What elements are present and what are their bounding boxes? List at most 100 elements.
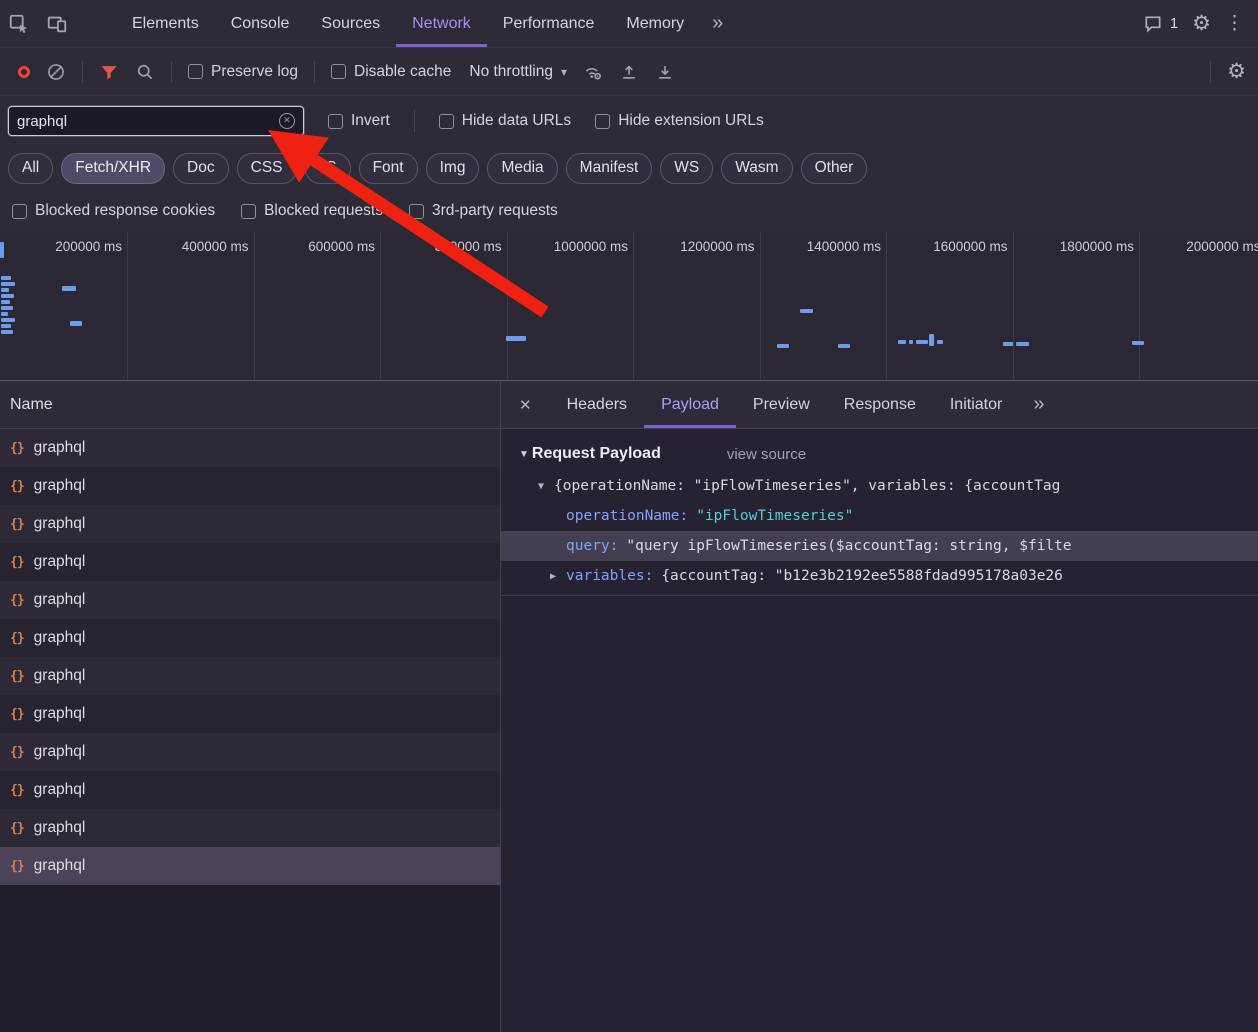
- network-overview-waterfall[interactable]: 200000 ms400000 ms600000 ms800000 ms1000…: [0, 232, 1258, 381]
- third-party-requests-checkbox[interactable]: 3rd-party requests: [409, 202, 558, 220]
- tabbar-right-controls: 1 ⚙ ⋮: [1143, 0, 1258, 47]
- filter-input-box: ✕: [8, 106, 304, 136]
- request-timing-bar: [1003, 342, 1013, 346]
- close-details-icon[interactable]: ✕: [501, 396, 550, 414]
- export-har-icon[interactable]: [655, 62, 675, 82]
- json-braces-icon: {}: [10, 517, 24, 532]
- clear-filter-icon[interactable]: ✕: [279, 113, 295, 129]
- request-details-panel: ✕ HeadersPayloadPreviewResponseInitiator…: [501, 381, 1258, 1032]
- payload-entry[interactable]: ▶variables:{accountTag: "b12e3b2192ee558…: [501, 561, 1258, 591]
- request-name: graphql: [34, 591, 86, 609]
- checkbox-box: [241, 204, 256, 219]
- request-timing-bar: [1132, 341, 1144, 345]
- type-filter-doc[interactable]: Doc: [173, 153, 229, 184]
- payload-entry[interactable]: query:"query ipFlowTimeseries($accountTa…: [501, 531, 1258, 561]
- request-row[interactable]: {}graphql: [0, 543, 500, 581]
- invert-checkbox[interactable]: Invert: [328, 112, 390, 130]
- device-toolbar-icon[interactable]: [38, 0, 76, 47]
- request-row[interactable]: {}graphql: [0, 581, 500, 619]
- request-name: graphql: [34, 629, 86, 647]
- request-row[interactable]: {}graphql: [0, 695, 500, 733]
- request-payload-title[interactable]: ▼ Request Payload: [519, 445, 661, 463]
- request-name: graphql: [34, 439, 86, 457]
- request-row[interactable]: {}graphql: [0, 619, 500, 657]
- inspect-element-icon[interactable]: [0, 0, 38, 47]
- request-timing-bar: [909, 340, 913, 344]
- name-column-header[interactable]: Name: [0, 381, 500, 429]
- request-row[interactable]: {}graphql: [0, 809, 500, 847]
- detail-tab-preview[interactable]: Preview: [736, 381, 827, 428]
- request-row[interactable]: {}graphql: [0, 467, 500, 505]
- type-filter-font[interactable]: Font: [359, 153, 418, 184]
- tab-network[interactable]: Network: [396, 0, 487, 47]
- waterfall-time-label: 1800000 ms: [1034, 239, 1134, 254]
- payload-entry[interactable]: operationName:"ipFlowTimeseries": [501, 501, 1258, 531]
- json-braces-icon: {}: [10, 821, 24, 836]
- request-timing-bar: [800, 309, 813, 313]
- view-source-link[interactable]: view source: [727, 446, 806, 463]
- request-row[interactable]: {}graphql: [0, 505, 500, 543]
- request-name: graphql: [34, 743, 86, 761]
- hide-data-urls-checkbox[interactable]: Hide data URLs: [439, 112, 571, 130]
- request-row[interactable]: {}graphql: [0, 847, 500, 885]
- type-filter-media[interactable]: Media: [487, 153, 557, 184]
- detail-tab-response[interactable]: Response: [827, 381, 933, 428]
- request-row[interactable]: {}graphql: [0, 771, 500, 809]
- payload-value: {accountTag: "b12e3b2192ee5588fdad995178…: [661, 568, 1063, 584]
- request-timing-bar: [929, 334, 934, 346]
- type-filter-ws[interactable]: WS: [660, 153, 713, 184]
- type-filter-all[interactable]: All: [8, 153, 53, 184]
- tab-performance[interactable]: Performance: [487, 0, 611, 47]
- filter-funnel-icon[interactable]: [99, 62, 119, 82]
- type-filter-manifest[interactable]: Manifest: [566, 153, 653, 184]
- throttling-dropdown[interactable]: No throttling ▾: [469, 63, 567, 81]
- request-row[interactable]: {}graphql: [0, 657, 500, 695]
- request-timing-bar: [898, 340, 906, 344]
- type-filter-img[interactable]: Img: [426, 153, 480, 184]
- record-network-log-button[interactable]: [18, 66, 30, 78]
- network-toolbar: Preserve log Disable cache No throttling…: [0, 48, 1258, 96]
- detail-tab-headers[interactable]: Headers: [550, 381, 644, 428]
- type-filter-other[interactable]: Other: [801, 153, 868, 184]
- more-detail-tabs-icon[interactable]: »: [1033, 393, 1044, 416]
- checkbox-label: Invert: [351, 112, 390, 130]
- checkbox-box: [188, 64, 203, 79]
- tab-memory[interactable]: Memory: [610, 0, 700, 47]
- more-panels-icon[interactable]: »: [700, 0, 735, 47]
- blocked-response-cookies-checkbox[interactable]: Blocked response cookies: [12, 202, 215, 220]
- import-har-icon[interactable]: [619, 62, 639, 82]
- clear-network-log-icon[interactable]: [46, 62, 66, 82]
- disable-cache-checkbox[interactable]: Disable cache: [331, 63, 451, 81]
- tab-console[interactable]: Console: [215, 0, 306, 47]
- console-messages-button[interactable]: 1: [1143, 14, 1178, 34]
- preserve-log-checkbox[interactable]: Preserve log: [188, 63, 298, 81]
- request-row[interactable]: {}graphql: [0, 429, 500, 467]
- tab-elements[interactable]: Elements: [116, 0, 215, 47]
- network-settings-gear-icon[interactable]: ⚙: [1227, 61, 1246, 82]
- request-timing-bar: [838, 344, 850, 348]
- detail-tab-initiator[interactable]: Initiator: [933, 381, 1019, 428]
- checkbox-label: Blocked requests: [264, 202, 383, 220]
- type-filter-fetch-xhr[interactable]: Fetch/XHR: [61, 153, 165, 184]
- tab-sources[interactable]: Sources: [305, 0, 396, 47]
- search-icon[interactable]: [135, 62, 155, 82]
- hide-extension-urls-checkbox[interactable]: Hide extension URLs: [595, 112, 764, 130]
- kebab-menu-icon[interactable]: ⋮: [1225, 14, 1244, 33]
- settings-gear-icon[interactable]: ⚙: [1192, 13, 1211, 34]
- request-name: graphql: [34, 705, 86, 723]
- panel-tabs: ElementsConsoleSourcesNetworkPerformance…: [116, 0, 700, 47]
- triangle-right-icon[interactable]: ▶: [550, 571, 566, 582]
- type-filter-css[interactable]: CSS: [237, 153, 297, 184]
- filter-input[interactable]: [17, 113, 273, 130]
- type-filter-js[interactable]: JS: [305, 153, 351, 184]
- payload-summary-row[interactable]: ▼ {operationName: "ipFlowTimeseries", va…: [501, 471, 1258, 501]
- type-filter-wasm[interactable]: Wasm: [721, 153, 792, 184]
- detail-tab-payload[interactable]: Payload: [644, 381, 736, 428]
- blocked-requests-checkbox[interactable]: Blocked requests: [241, 202, 383, 220]
- waterfall-gridline: [507, 232, 508, 380]
- network-conditions-icon[interactable]: [583, 62, 603, 82]
- request-name: graphql: [34, 857, 86, 875]
- request-row[interactable]: {}graphql: [0, 733, 500, 771]
- triangle-down-icon[interactable]: ▼: [538, 481, 554, 492]
- waterfall-time-label: 1000000 ms: [528, 239, 628, 254]
